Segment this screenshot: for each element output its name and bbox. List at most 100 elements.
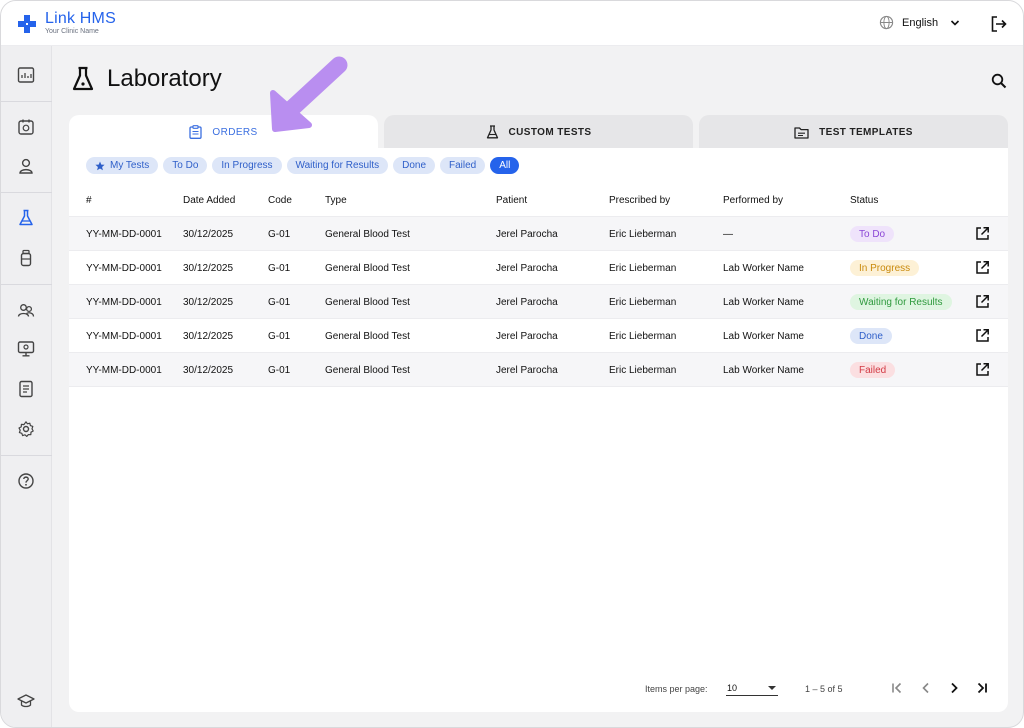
last-page-icon[interactable] [975,681,989,695]
cell-type: General Blood Test [325,229,410,240]
top-bar: Link HMS Your Clinic Name English [1,1,1023,46]
cell-id: YY-MM-DD-0001 [86,229,162,240]
table-row[interactable]: YY-MM-DD-0001 30/12/2025 G-01 General Bl… [69,352,1008,386]
next-page-icon[interactable] [947,681,961,695]
tab-custom-tests-label: CUSTOM TESTS [508,126,592,138]
folder-icon [794,126,809,139]
status-badge: In Progress [850,260,920,276]
column-header-code[interactable]: Code [268,195,292,206]
flask-icon[interactable] [17,209,35,227]
calendar-icon[interactable] [17,118,35,136]
bottle-icon[interactable] [17,249,35,267]
cell-prescribed-by: Eric Lieberman [609,297,677,308]
cell-patient: Jerel Parocha [496,229,558,240]
open-external-icon[interactable] [975,226,990,241]
column-header-status[interactable]: Status [850,195,878,206]
tab-test-templates-label: TEST TEMPLATES [819,126,913,138]
filter-failed[interactable]: Failed [440,157,486,174]
cell-performed-by: Lab Worker Name [723,263,804,274]
open-external-icon[interactable] [975,294,990,309]
column-header-prescribed-by[interactable]: Prescribed by [609,195,670,206]
page-title: Laboratory [107,65,222,92]
tab-bar: ORDERS CUSTOM TESTS TEST TEMPLATES [69,115,1008,149]
table-row[interactable]: YY-MM-DD-0001 30/12/2025 G-01 General Bl… [69,318,1008,352]
annotation-arrow-icon [270,56,348,132]
first-page-icon[interactable] [890,681,904,695]
cell-patient: Jerel Parocha [496,365,558,376]
status-badge: Failed [850,362,896,378]
tab-orders-label: ORDERS [212,126,258,138]
search-icon[interactable] [991,73,1007,89]
previous-page-icon[interactable] [919,681,933,695]
patient-icon[interactable] [17,157,35,175]
clinic-name: Your Clinic Name [45,28,99,35]
filter-to-do[interactable]: To Do [163,157,208,174]
filter-my-tests[interactable]: My Tests [86,157,159,174]
report-icon[interactable] [17,380,35,398]
star-icon [95,161,105,170]
users-icon[interactable] [17,301,35,319]
column-header-type[interactable]: Type [325,195,347,206]
flask-icon [72,66,94,91]
filter-waiting-for-results[interactable]: Waiting for Results [286,157,389,174]
filter-label: In Progress [221,160,273,171]
cell-code: G-01 [268,263,291,274]
graduation-cap-icon[interactable] [17,692,35,710]
cell-date: 30/12/2025 [183,263,234,274]
cell-date: 30/12/2025 [183,365,234,376]
settings-icon[interactable] [17,420,35,438]
cell-type: General Blood Test [325,297,410,308]
open-external-icon[interactable] [975,260,990,275]
language-label: English [902,16,939,29]
filter-label: Done [402,160,426,171]
logout-icon[interactable] [990,15,1008,33]
items-per-page-label: Items per page: [645,684,708,694]
items-per-page-value: 10 [727,683,738,693]
cell-patient: Jerel Parocha [496,263,558,274]
cell-prescribed-by: Eric Lieberman [609,365,677,376]
language-selector[interactable]: English [879,15,960,30]
help-icon[interactable] [17,472,35,490]
open-external-icon[interactable] [975,362,990,377]
page-range: 1 – 5 of 5 [805,684,843,694]
monitor-icon[interactable] [17,340,35,358]
status-badge: To Do [850,226,895,242]
tab-test-templates[interactable]: TEST TEMPLATES [699,115,1008,149]
medical-cross-icon [18,15,36,33]
sidebar [1,46,52,727]
table-row[interactable]: YY-MM-DD-0001 30/12/2025 G-01 General Bl… [69,284,1008,318]
tab-custom-tests[interactable]: CUSTOM TESTS [384,115,693,149]
cell-prescribed-by: Eric Lieberman [609,331,677,342]
filter-done[interactable]: Done [393,157,435,174]
cell-performed-by: Lab Worker Name [723,331,804,342]
cell-date: 30/12/2025 [183,331,234,342]
cell-patient: Jerel Parocha [496,331,558,342]
column-header-id[interactable]: # [86,195,92,206]
cell-code: G-01 [268,297,291,308]
cell-code: G-01 [268,331,291,342]
pagination: Items per page: 10 1 – 5 of 5 [69,676,1008,702]
cell-type: General Blood Test [325,365,410,376]
status-filters: My Tests To Do In Progress Waiting for R… [86,157,520,174]
table-header: # Date Added Code Type Patient Prescribe… [69,184,1008,216]
cell-type: General Blood Test [325,263,410,274]
cell-performed-by: Lab Worker Name [723,365,804,376]
globe-icon [879,15,894,30]
table-row[interactable]: YY-MM-DD-0001 30/12/2025 G-01 General Bl… [69,216,1008,250]
open-external-icon[interactable] [975,328,990,343]
dashboard-icon[interactable] [17,66,35,84]
items-per-page-select[interactable]: 10 [726,680,778,696]
cell-code: G-01 [268,365,291,376]
filter-all[interactable]: All [490,157,520,174]
cell-type: General Blood Test [325,331,410,342]
cell-performed-by: — [723,229,733,240]
filter-in-progress[interactable]: In Progress [212,157,282,174]
table-row[interactable]: YY-MM-DD-0001 30/12/2025 G-01 General Bl… [69,250,1008,284]
logo[interactable]: Link HMS Your Clinic Name [17,11,116,35]
cell-prescribed-by: Eric Lieberman [609,263,677,274]
column-header-date[interactable]: Date Added [183,195,235,206]
chevron-down-icon [951,19,960,26]
app-frame: Link HMS Your Clinic Name English Labora… [0,0,1024,728]
column-header-performed-by[interactable]: Performed by [723,195,783,206]
column-header-patient[interactable]: Patient [496,195,527,206]
